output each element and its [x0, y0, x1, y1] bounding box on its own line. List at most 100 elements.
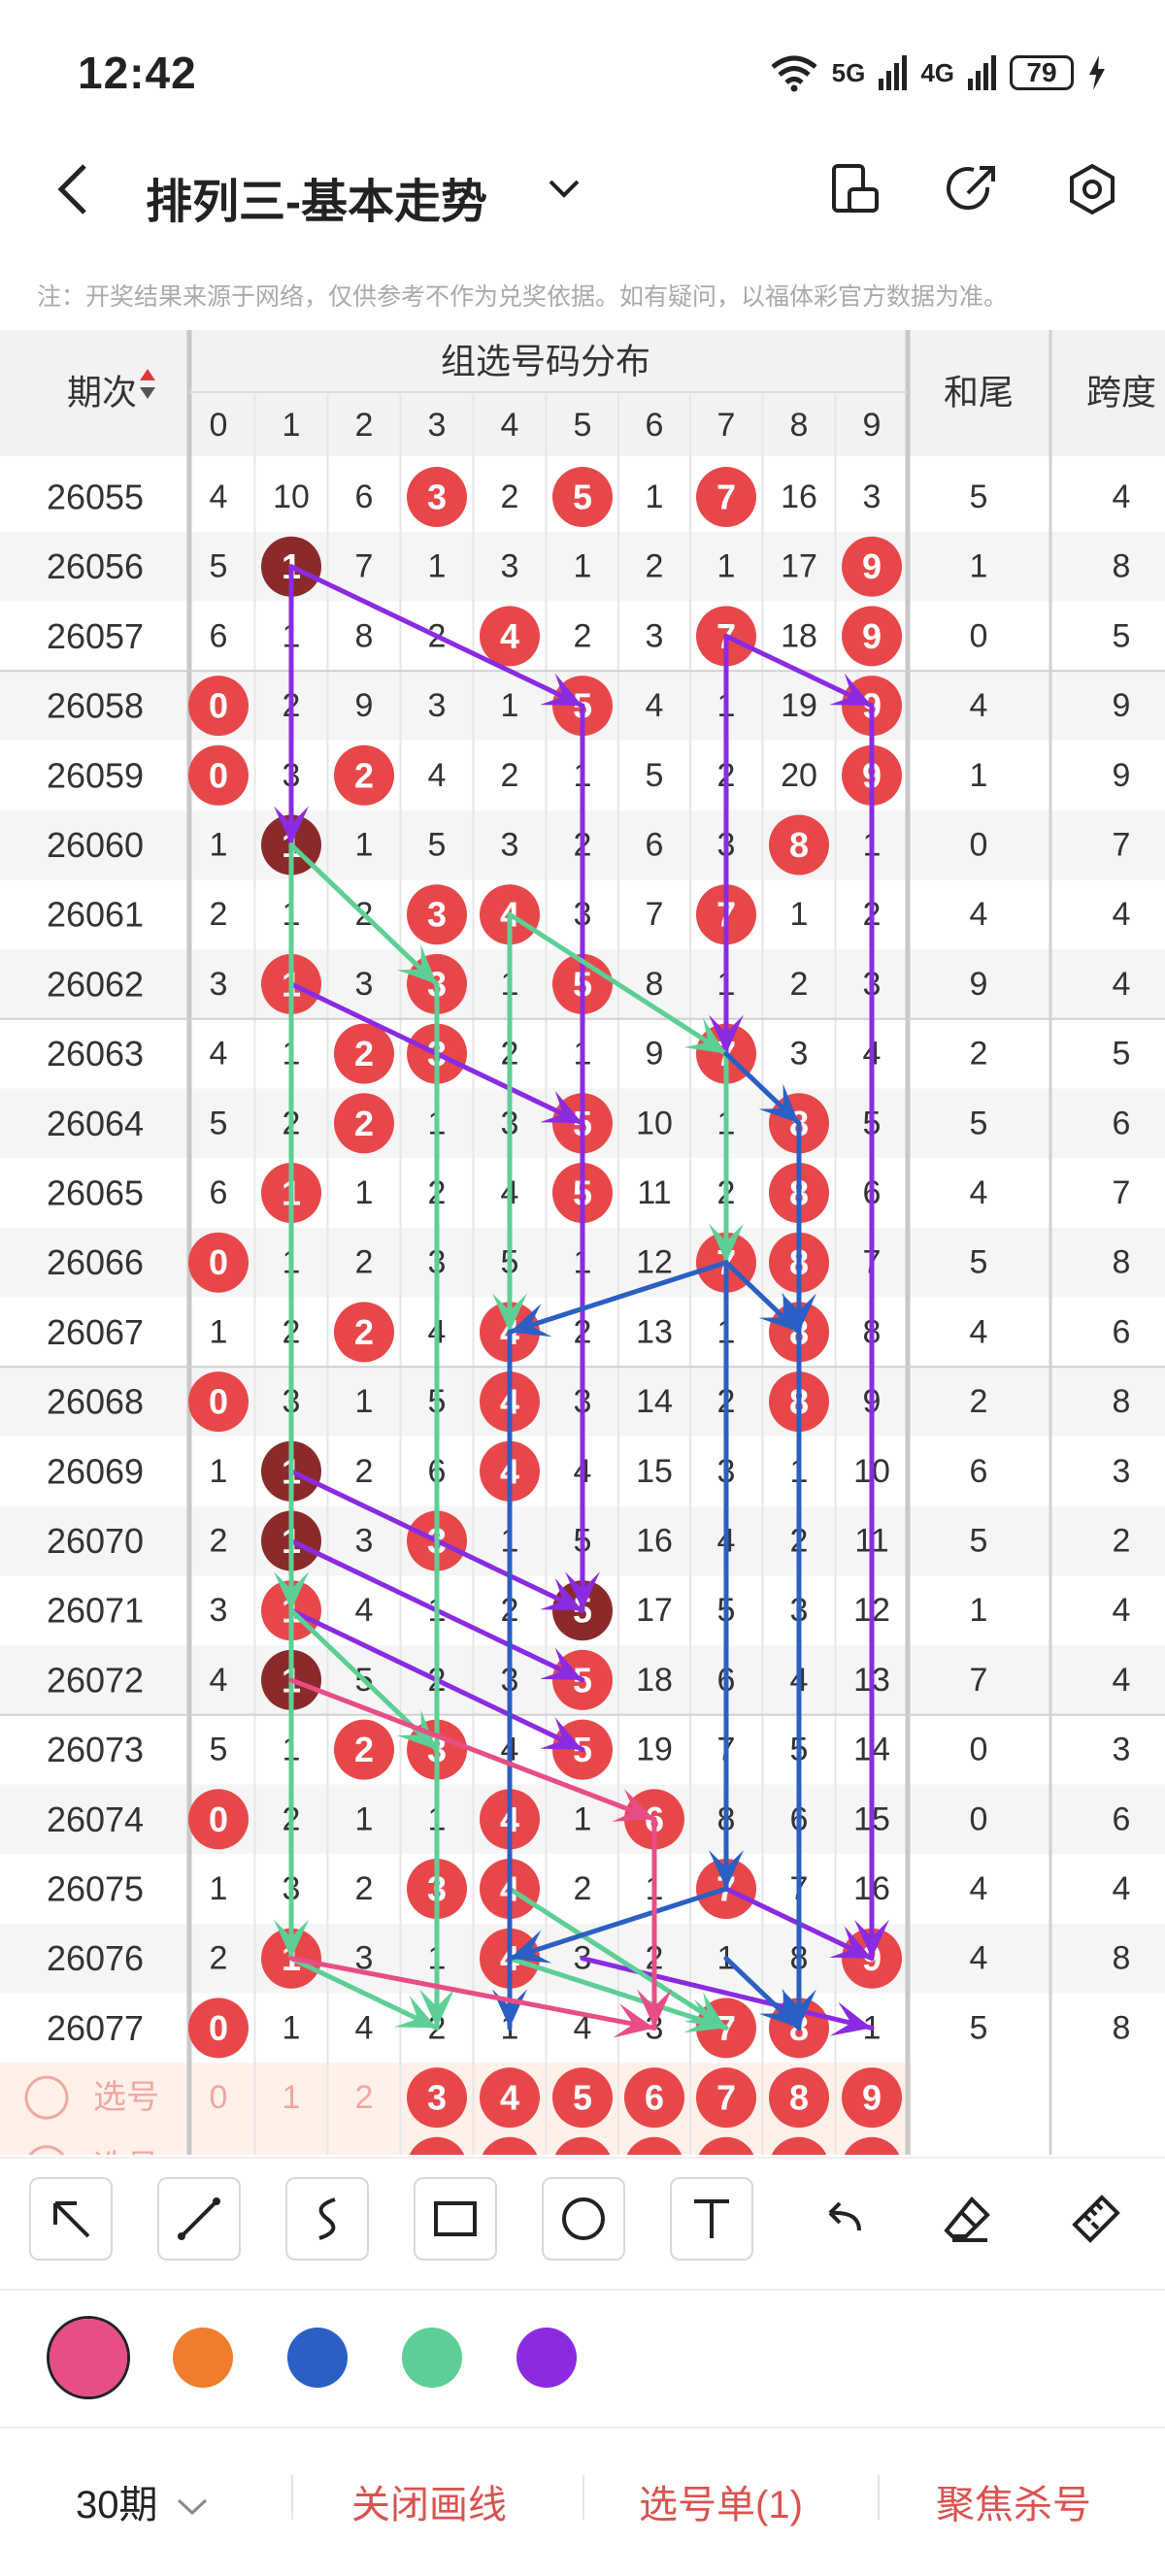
color-swatch-purple[interactable]: [516, 2328, 577, 2388]
miss-count: 3: [210, 1592, 228, 1629]
share-button[interactable]: [938, 155, 1006, 223]
network-5g-label: 5G: [831, 57, 866, 87]
sum-tail-value: 5: [970, 1244, 988, 1281]
wifi-icon: [771, 55, 817, 92]
sum-tail-value: 1: [970, 548, 988, 585]
miss-count: 2: [574, 617, 592, 654]
arrow-tool-button[interactable]: [29, 2177, 113, 2261]
select-row-label: 选号: [93, 2079, 159, 2116]
issue-number: 26068: [47, 1382, 144, 1422]
miss-count: 14: [636, 1383, 673, 1420]
circle-tool-button[interactable]: [542, 2177, 625, 2261]
undo-tool-button[interactable]: [798, 2177, 882, 2261]
signal-5g-icon: [879, 55, 908, 90]
back-arrow-icon: [57, 164, 86, 215]
digit-header-8: 8: [790, 407, 809, 444]
digit-header-7: 7: [717, 407, 736, 444]
issue-header: 期次: [67, 373, 137, 413]
miss-count: 2: [210, 1940, 228, 1977]
sum-tail-value: 0: [970, 1800, 988, 1837]
miss-count: 19: [636, 1732, 673, 1768]
miss-count: 3: [790, 1036, 809, 1073]
issue-number: 26076: [47, 1938, 144, 1978]
trend-chart[interactable]: 期次 组选号码分布 0 1 2 3 4 5 6 7 8 9 和尾 跨度 26055 4 10 6 3 2 5 1 7 16 3 5…: [0, 330, 1165, 2155]
line-tool-button[interactable]: [157, 2177, 241, 2261]
period-label: 30期: [76, 2484, 158, 2526]
span-value: 8: [1113, 1244, 1131, 1281]
hit-ball-digit: 3: [427, 478, 447, 517]
miss-count: 17: [636, 1592, 673, 1629]
hit-ball-digit: 0: [209, 1242, 228, 1282]
span-value: 8: [1113, 1940, 1131, 1977]
color-swatch-pink[interactable]: [47, 2316, 130, 2399]
text-tool-button[interactable]: [670, 2177, 753, 2261]
issue-number: 26066: [47, 1242, 144, 1282]
trend-table-svg[interactable]: 期次组选号码分布0 1 2 3 4 5 6 7 8 9和尾 跨度26055 4 10 6 3 2 5 1 7 16 3 5…: [0, 330, 1165, 2155]
miss-count: 1: [283, 2009, 301, 2046]
curve-tool-icon: [318, 2197, 336, 2240]
eraser-icon: [944, 2196, 990, 2242]
charging-icon: [1089, 55, 1105, 90]
hit-ball-digit: 0: [209, 686, 228, 726]
selected-digit: 4: [500, 2078, 519, 2118]
sum-tail-value: 4: [970, 1870, 988, 1907]
color-swatch-orange[interactable]: [173, 2328, 233, 2388]
span-value: 6: [1113, 1105, 1131, 1141]
span-value: 4: [1113, 966, 1131, 1003]
screen-rotate-button[interactable]: [821, 155, 889, 223]
close-drawing-button[interactable]: 关闭画线: [351, 2473, 507, 2529]
miss-count: 1: [428, 548, 447, 585]
back-button[interactable]: [39, 155, 107, 223]
issue-number: 26074: [47, 1800, 144, 1839]
issue-number: 26060: [47, 825, 144, 865]
digit-header-2: 2: [355, 407, 374, 444]
miss-count: 1: [210, 1870, 228, 1907]
issue-number: 26069: [47, 1451, 144, 1491]
span-header: 跨度: [1086, 373, 1156, 413]
ruler-icon: [1072, 2195, 1120, 2243]
page-title[interactable]: 排列三-基本走势: [146, 163, 487, 231]
title-dropdown-button[interactable]: [530, 155, 598, 223]
miss-count: 2: [210, 1523, 228, 1560]
digit-header-0: 0: [210, 407, 228, 444]
miss-count: 3: [863, 479, 882, 515]
hit-ball-digit: 8: [789, 825, 809, 865]
miss-count: 3: [501, 548, 519, 585]
settings-button[interactable]: [1058, 155, 1126, 223]
miss-count: 2: [501, 757, 519, 794]
span-value: 9: [1113, 687, 1131, 724]
hit-ball-digit: 4: [500, 616, 519, 656]
period-selector[interactable]: 30期: [76, 2473, 210, 2529]
miss-count: 3: [646, 617, 664, 654]
status-icons: 5G 4G 79: [770, 49, 1107, 97]
span-value: 8: [1113, 1383, 1131, 1420]
rectangle-tool-button[interactable]: [414, 2177, 497, 2261]
miss-count: 1: [355, 1174, 374, 1211]
selection-list-button[interactable]: 选号单(1): [639, 2473, 803, 2529]
issue-number: 26061: [47, 895, 144, 935]
miss-count: 3: [210, 966, 228, 1003]
miss-count: 4: [210, 1662, 228, 1699]
issue-number: 26055: [47, 478, 144, 517]
miss-count: 2: [355, 1244, 374, 1281]
selected-digit: 7: [716, 2078, 736, 2118]
eraser-tool-button[interactable]: [926, 2177, 1010, 2261]
sum-tail-value: 5: [970, 2009, 988, 2046]
sum-tail-value: 4: [970, 1940, 988, 1977]
ruler-tool-button[interactable]: [1054, 2177, 1138, 2261]
curve-tool-button[interactable]: [285, 2177, 369, 2261]
color-swatch-blue[interactable]: [287, 2328, 348, 2388]
miss-count: 10: [273, 479, 310, 515]
miss-count: 1: [574, 548, 592, 585]
chevron-down-icon: [177, 2498, 207, 2516]
miss-count: 4: [355, 2009, 374, 2046]
focus-kill-button[interactable]: 聚焦杀号: [936, 2473, 1091, 2529]
sum-tail-value: 4: [970, 1313, 988, 1350]
issue-number: 26071: [47, 1591, 144, 1631]
color-swatch-green[interactable]: [402, 2328, 462, 2388]
battery-level: 79: [1026, 57, 1057, 87]
hit-ball-digit: 0: [209, 2008, 228, 2048]
miss-count: 10: [636, 1105, 673, 1141]
miss-count: 6: [355, 479, 374, 515]
disclaimer-text: 注：开奖结果来源于网络，仅供参考不作为兑奖依据。如有疑问，以福体彩官方数据为准。: [37, 283, 1009, 311]
